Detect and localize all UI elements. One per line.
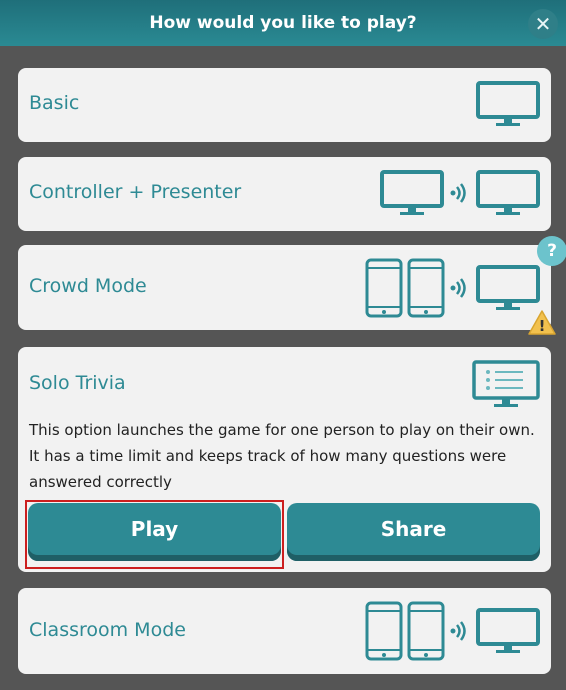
option-label: Basic — [29, 92, 80, 114]
option-icons — [471, 359, 541, 409]
option-icons — [365, 258, 541, 318]
monitor-icon — [476, 81, 540, 126]
share-button[interactable]: Share — [287, 503, 540, 561]
wireless-icon — [450, 278, 466, 298]
option-solo-trivia[interactable]: Solo Trivia This option launches the gam… — [18, 347, 551, 572]
option-crowd-mode[interactable]: Crowd Mode — [18, 245, 551, 330]
option-classroom-mode[interactable]: Classroom Mode — [18, 588, 551, 674]
warning-icon: ! — [528, 310, 556, 335]
wireless-icon — [450, 621, 466, 641]
play-button[interactable]: Play — [28, 503, 281, 561]
phone-icon — [365, 601, 403, 661]
warning-icon-glyph: ! — [539, 317, 546, 335]
option-label: Solo Trivia — [29, 372, 126, 394]
option-label: Crowd Mode — [29, 275, 147, 297]
monitor-icon — [476, 170, 540, 215]
checklist-monitor-icon — [472, 360, 540, 407]
monitor-icon — [380, 170, 444, 215]
phone-icon — [365, 258, 403, 318]
phone-icon — [407, 258, 445, 318]
option-basic[interactable]: Basic — [18, 68, 551, 142]
option-description: This option launches the game for one pe… — [29, 421, 535, 491]
option-icons — [365, 601, 541, 661]
option-controller-presenter[interactable]: Controller + Presenter — [18, 157, 551, 231]
play-button-label: Play — [130, 517, 179, 541]
monitor-icon — [476, 265, 540, 310]
option-label: Classroom Mode — [29, 619, 186, 641]
wireless-icon — [450, 183, 466, 203]
close-icon: ✕ — [534, 12, 552, 36]
help-icon-glyph: ? — [547, 241, 557, 261]
close-button[interactable]: ✕ — [528, 9, 558, 39]
option-icons — [475, 80, 541, 128]
option-icons — [379, 169, 541, 217]
dialog-header: How would you like to play? ✕ — [0, 0, 566, 46]
phone-icon — [407, 601, 445, 661]
monitor-icon — [476, 608, 540, 653]
dialog-title: How would you like to play? — [149, 13, 417, 33]
help-icon[interactable]: ? — [537, 236, 566, 266]
option-label: Controller + Presenter — [29, 181, 242, 203]
share-button-label: Share — [380, 517, 447, 541]
